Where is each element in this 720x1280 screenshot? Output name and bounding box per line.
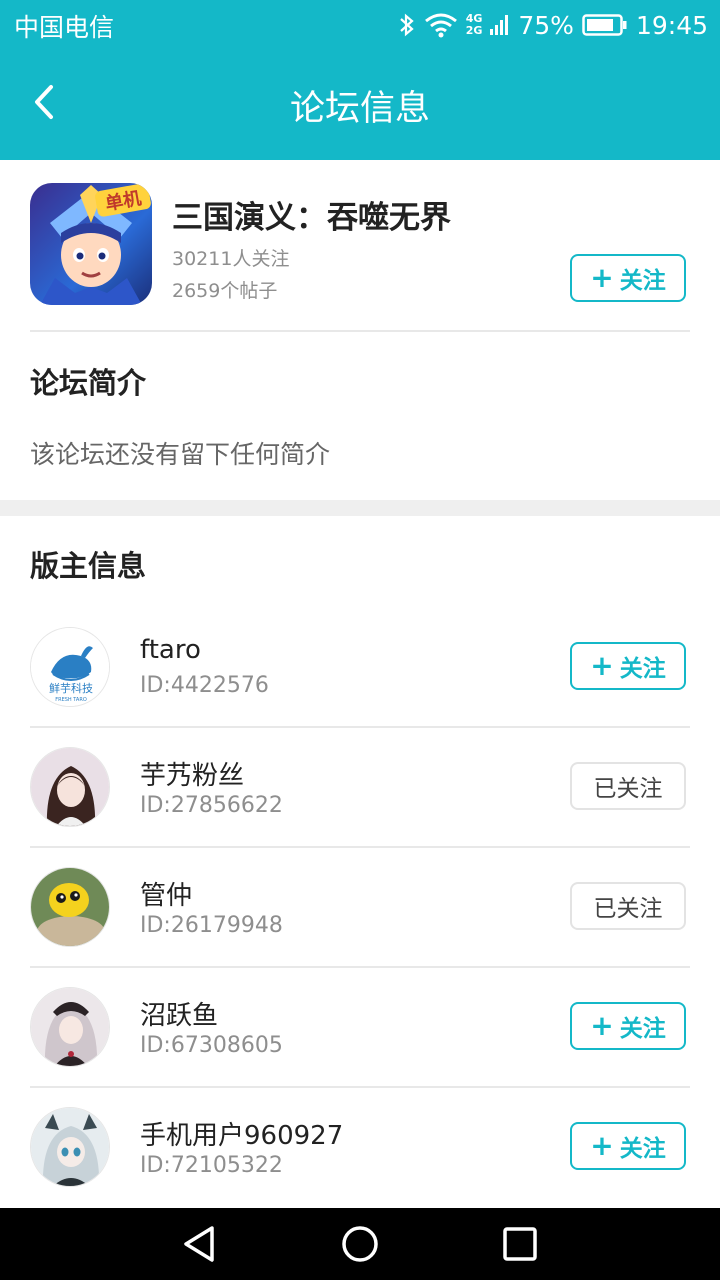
avatar-logo-text: 鲜芋科技 bbox=[49, 681, 93, 695]
follow-button-label: 关注 bbox=[619, 656, 666, 682]
moderator-name: 沼跃鱼 bbox=[140, 1001, 219, 1031]
moderator-id: ID:67308605 bbox=[140, 1033, 283, 1058]
moderator-row[interactable]: 管仲 ID:26179948 已关注 bbox=[0, 847, 720, 968]
page-title: 论坛信息 bbox=[289, 89, 430, 129]
forum-card: 单机 三国演义：吞噬无界 30211人关注 2659个帖子 + 关注 论坛简介 … bbox=[0, 160, 720, 500]
moderator-name: ftaro bbox=[140, 635, 201, 665]
forum-followers: 30211人关注 bbox=[172, 248, 290, 270]
moderator-row[interactable]: 手机用户960927 ID:72105322 + 关注 bbox=[0, 1087, 720, 1207]
system-nav-bar bbox=[0, 1208, 720, 1280]
nav-home-button[interactable] bbox=[340, 1224, 380, 1264]
moderator-row[interactable]: 鲜芋科技 FRESH TARO ftaro ID:4422576 + 关注 bbox=[0, 607, 720, 728]
avatar[interactable] bbox=[30, 867, 110, 947]
plus-icon: + bbox=[590, 1129, 614, 1162]
moderator-id: ID:4422576 bbox=[140, 673, 269, 698]
following-button-label: 已关注 bbox=[593, 896, 663, 922]
intro-heading: 论坛简介 bbox=[30, 366, 147, 400]
app-bar: 中国电信 4G 2G 75% 19:45 论坛信息 bbox=[0, 0, 720, 160]
network-type: 4G 2G bbox=[466, 13, 483, 37]
forum-name: 三国演义：吞噬无界 bbox=[172, 200, 451, 236]
forum-posts: 2659个帖子 bbox=[172, 280, 278, 302]
moderator-name: 芋艿粉丝 bbox=[140, 761, 245, 791]
follow-forum-button[interactable]: + 关注 bbox=[570, 254, 686, 302]
signal-icon bbox=[490, 12, 510, 38]
avatar[interactable]: 鲜芋科技 FRESH TARO bbox=[30, 627, 110, 707]
moderator-id: ID:72105322 bbox=[140, 1153, 283, 1178]
follow-button-label: 关注 bbox=[619, 1136, 666, 1162]
moderator-row[interactable]: 芋艿粉丝 ID:27856622 已关注 bbox=[0, 727, 720, 848]
moderator-id: ID:26179948 bbox=[140, 913, 283, 938]
battery-icon bbox=[582, 13, 628, 37]
avatar[interactable] bbox=[30, 1107, 110, 1187]
game-icon[interactable]: 单机 bbox=[30, 183, 152, 305]
triangle-back-icon bbox=[180, 1226, 220, 1268]
plus-icon: + bbox=[590, 261, 614, 294]
intro-text: 该论坛还没有留下任何简介 bbox=[30, 440, 331, 469]
avatar[interactable] bbox=[30, 987, 110, 1067]
square-recents-icon bbox=[500, 1227, 540, 1268]
circle-home-icon bbox=[340, 1226, 380, 1268]
carrier-label: 中国电信 bbox=[14, 13, 115, 42]
wifi-icon bbox=[424, 12, 458, 38]
header: 论坛信息 bbox=[0, 50, 720, 160]
moderator-name: 手机用户960927 bbox=[140, 1121, 344, 1151]
avatar-logo-subtext: FRESH TARO bbox=[55, 697, 87, 703]
bluetooth-icon bbox=[398, 12, 416, 38]
nav-recents-button[interactable] bbox=[500, 1224, 540, 1264]
moderator-name: 管仲 bbox=[140, 881, 193, 911]
follow-forum-label: 关注 bbox=[619, 268, 666, 294]
follow-button-label: 关注 bbox=[619, 1016, 666, 1042]
status-icons: 4G 2G 75% 19:45 bbox=[398, 6, 708, 44]
clock: 19:45 bbox=[635, 10, 708, 40]
follow-button[interactable]: + 关注 bbox=[570, 642, 686, 690]
following-button[interactable]: 已关注 bbox=[570, 762, 686, 810]
battery-percent: 75% bbox=[518, 10, 574, 40]
plus-icon: + bbox=[590, 1009, 614, 1042]
moderator-row[interactable]: 沼跃鱼 ID:67308605 + 关注 bbox=[0, 967, 720, 1088]
follow-button[interactable]: + 关注 bbox=[570, 1122, 686, 1170]
nav-back-button[interactable] bbox=[180, 1224, 220, 1264]
following-button[interactable]: 已关注 bbox=[570, 882, 686, 930]
avatar[interactable] bbox=[30, 747, 110, 827]
moderators-heading: 版主信息 bbox=[30, 549, 147, 583]
divider bbox=[30, 330, 690, 332]
network-type-bottom: 2G bbox=[465, 24, 483, 37]
status-bar: 中国电信 4G 2G 75% 19:45 bbox=[0, 0, 720, 50]
following-button-label: 已关注 bbox=[593, 776, 663, 802]
moderator-id: ID:27856622 bbox=[140, 793, 283, 818]
section-separator bbox=[0, 500, 720, 516]
plus-icon: + bbox=[590, 649, 614, 682]
follow-button[interactable]: + 关注 bbox=[570, 1002, 686, 1050]
